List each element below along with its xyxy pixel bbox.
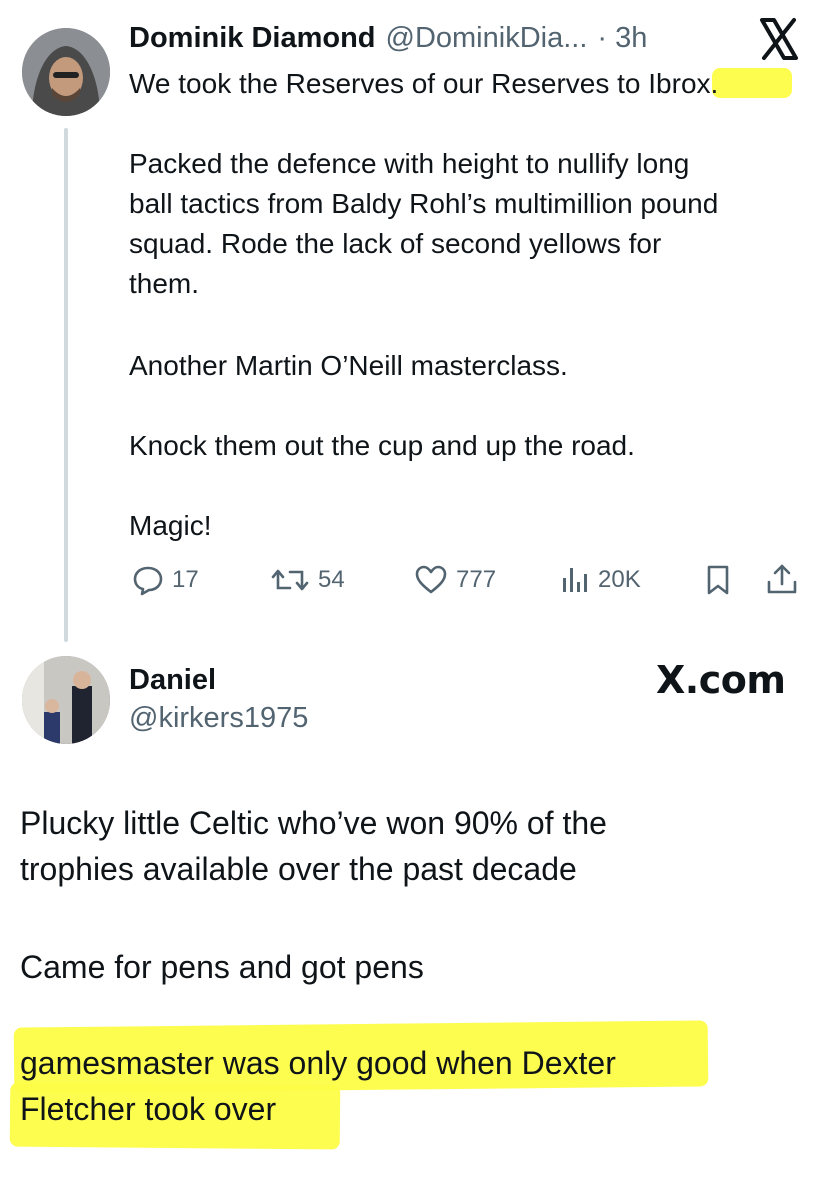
timestamp[interactable]: · 3h [597,22,647,55]
tweet-paragraph-3: Another Martin O’Neill masterclass. [129,350,568,381]
author-handle[interactable]: @DominikDia... [386,22,588,55]
repost-count: 54 [318,566,345,593]
reply-paragraph-3: gamesmaster was only good when Dexter Fl… [20,1045,616,1127]
reply-author-name[interactable]: Daniel [129,664,216,697]
reply-paragraph-1: Plucky little Celtic who’ve won 90% of t… [20,805,607,887]
reply-button[interactable]: 17 [132,564,199,596]
reply-icon [133,566,163,596]
repost-button[interactable]: 54 [270,564,345,596]
like-count: 777 [456,566,497,593]
highlight-ibrox [712,68,792,98]
views-icon [563,568,587,592]
x-com-brand: X.com [656,658,786,702]
views-button[interactable]: 20K [560,564,641,596]
reply-count: 17 [172,566,199,593]
repost-icon [271,569,309,591]
reply-paragraph-2: Came for pens and got pens [20,949,424,985]
avatar-daniel[interactable] [22,656,110,744]
view-count: 20K [598,566,641,593]
heart-icon [415,565,447,594]
bookmark-button[interactable] [704,564,732,601]
tweet-paragraph-4: Knock them out the cup and up the road. [129,430,635,461]
author-name[interactable]: Dominik Diamond [129,22,376,55]
tweet-line-1: We took the Reserves of our Reserves to … [129,68,719,99]
tweet-paragraph-5: Magic! [129,510,212,541]
x-logo-icon [756,16,804,64]
avatar-dominik[interactable] [22,28,110,116]
bookmark-icon [707,565,729,595]
share-button[interactable] [764,562,800,601]
share-icon [767,564,797,594]
like-button[interactable]: 777 [414,564,496,596]
tweet-paragraph-2: Packed the defence with height to nullif… [129,148,719,299]
thread-line [64,128,68,642]
reply-author-handle[interactable]: @kirkers1975 [129,702,308,735]
